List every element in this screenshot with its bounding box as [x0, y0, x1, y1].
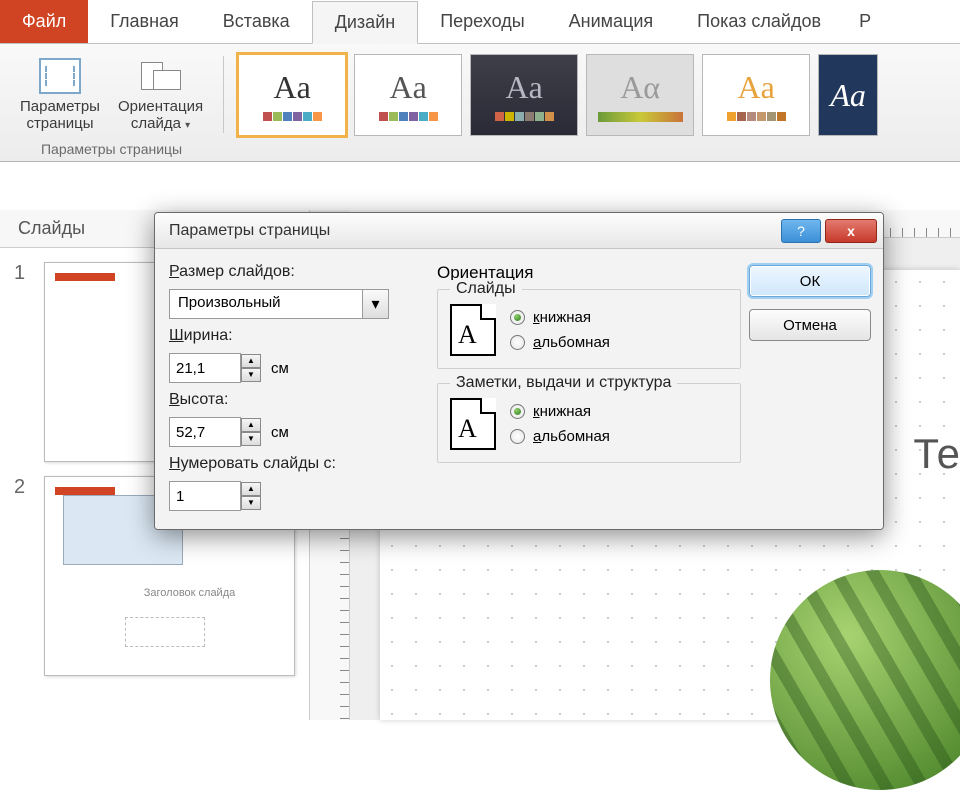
slide-number: 1 — [14, 262, 32, 462]
height-spin-down[interactable]: ▼ — [241, 432, 261, 446]
notes-legend: Заметки, выдачи и структура — [450, 374, 677, 392]
ribbon: Параметрыстраницы Ориентацияслайда ▾ Пар… — [0, 44, 960, 162]
unit-label: см — [271, 360, 289, 377]
slide-number: 2 — [14, 476, 32, 676]
slide-size-value: Произвольный — [170, 290, 362, 318]
number-spin-up[interactable]: ▲ — [241, 482, 261, 496]
dialog-left-column: Размер слайдов: Произвольный ▾ Ширина: ▲… — [169, 263, 429, 511]
page-setup-icon — [39, 58, 81, 94]
theme-thumbnail-1[interactable]: Aa — [238, 54, 346, 136]
slide-size-combo[interactable]: Произвольный ▾ — [169, 289, 389, 319]
theme-thumbnail-6[interactable]: Aa — [818, 54, 878, 136]
width-spin-up[interactable]: ▲ — [241, 354, 261, 368]
canvas-text-fragment: Те — [913, 430, 960, 478]
notes-portrait-radio[interactable]: книжная — [510, 403, 610, 420]
unit-label: см — [271, 424, 289, 441]
ok-button[interactable]: ОК — [749, 265, 871, 297]
width-input[interactable] — [169, 353, 241, 383]
number-from-input[interactable] — [169, 481, 241, 511]
ribbon-group-title: Параметры страницы — [41, 141, 182, 157]
tab-slideshow[interactable]: Показ слайдов — [675, 0, 843, 43]
tab-file[interactable]: Файл — [0, 0, 88, 43]
tab-home[interactable]: Главная — [88, 0, 201, 43]
theme-thumbnail-4[interactable]: Aα — [586, 54, 694, 136]
tab-design[interactable]: Дизайн — [312, 1, 419, 44]
radio-icon — [510, 404, 525, 419]
number-from-spinbox: ▲ ▼ — [169, 481, 429, 511]
orientation-icon — [141, 58, 181, 94]
slide-orientation-button[interactable]: Ориентацияслайда ▾ — [112, 54, 209, 137]
width-spin-down[interactable]: ▼ — [241, 368, 261, 382]
page-setup-dialog: Параметры страницы ? x Размер слайдов: П… — [154, 212, 884, 530]
dialog-orientation-column: Ориентация Слайды A книжная альбомная За… — [437, 263, 741, 511]
height-spin-up[interactable]: ▲ — [241, 418, 261, 432]
chevron-down-icon[interactable]: ▾ — [362, 290, 388, 318]
portrait-page-icon: A — [450, 398, 496, 450]
height-spinbox: ▲ ▼ см — [169, 417, 429, 447]
dialog-title: Параметры страницы — [169, 222, 777, 240]
number-spin-down[interactable]: ▼ — [241, 496, 261, 510]
number-from-label: Нумеровать слайды с: — [169, 455, 429, 473]
tab-transitions[interactable]: Переходы — [418, 0, 546, 43]
radio-icon — [510, 335, 525, 350]
ribbon-tabs: Файл Главная Вставка Дизайн Переходы Ани… — [0, 0, 960, 44]
portrait-page-icon: A — [450, 304, 496, 356]
cancel-button[interactable]: Отмена — [749, 309, 871, 341]
theme-thumbnail-2[interactable]: Aa — [354, 54, 462, 136]
dialog-buttons: ОК Отмена — [749, 263, 871, 511]
slides-landscape-radio[interactable]: альбомная — [510, 334, 610, 351]
height-input[interactable] — [169, 417, 241, 447]
width-spinbox: ▲ ▼ см — [169, 353, 429, 383]
dialog-close-button[interactable]: x — [825, 219, 877, 243]
dialog-titlebar[interactable]: Параметры страницы ? x — [155, 213, 883, 249]
page-setup-button[interactable]: Параметрыстраницы — [14, 54, 106, 137]
tab-truncated[interactable]: Р — [843, 0, 893, 43]
theme-thumbnail-5[interactable]: Aa — [702, 54, 810, 136]
height-label: Высота: — [169, 391, 429, 409]
dialog-help-button[interactable]: ? — [781, 219, 821, 243]
radio-icon — [510, 429, 525, 444]
ribbon-separator — [223, 56, 224, 133]
slide-size-label: Размер слайдов: — [169, 263, 429, 281]
slides-orientation-group: Слайды A книжная альбомная — [437, 289, 741, 369]
width-label: Ширина: — [169, 327, 429, 345]
radio-icon — [510, 310, 525, 325]
slides-legend: Слайды — [450, 280, 522, 298]
theme-gallery: Aa Aa Aa Aα Aa Aa — [238, 54, 878, 136]
tab-animation[interactable]: Анимация — [547, 0, 676, 43]
ribbon-group-page-setup: Параметрыстраницы Ориентацияслайда ▾ Пар… — [14, 54, 209, 157]
chevron-down-icon: ▾ — [185, 120, 190, 131]
theme-thumbnail-3[interactable]: Aa — [470, 54, 578, 136]
tab-insert[interactable]: Вставка — [201, 0, 312, 43]
notes-orientation-group: Заметки, выдачи и структура A книжная ал… — [437, 383, 741, 463]
slides-portrait-radio[interactable]: книжная — [510, 309, 610, 326]
watermelon-image — [770, 570, 960, 790]
notes-landscape-radio[interactable]: альбомная — [510, 428, 610, 445]
